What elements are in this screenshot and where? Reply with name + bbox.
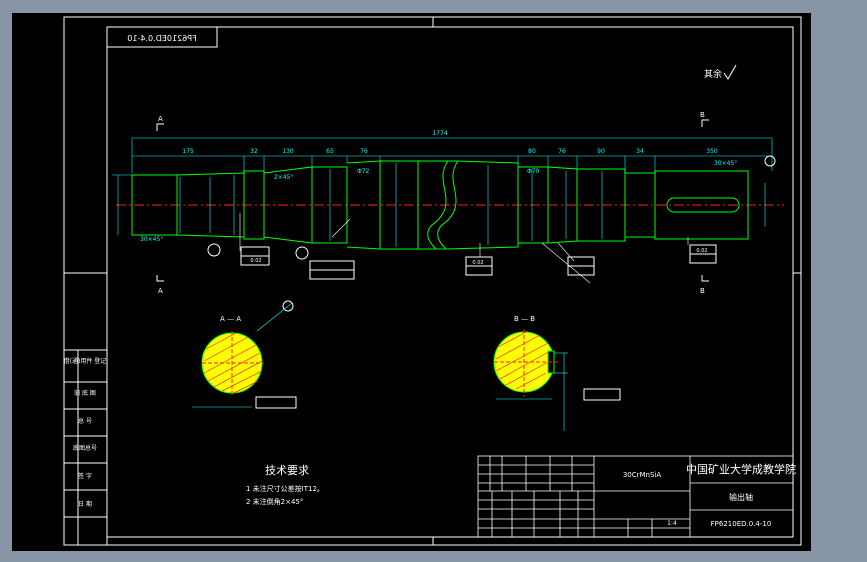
strip-label-0: 借(通)用件 登记 <box>64 357 107 365</box>
dim-seg-6: 76 <box>558 148 566 155</box>
tol-value-1: 0.02 <box>250 258 261 264</box>
dim-seg-4: 76 <box>360 148 368 155</box>
diameter-0: Φ72 <box>357 168 370 175</box>
dim-overall: 1774 <box>432 130 447 137</box>
cut-a-top: A <box>158 115 163 123</box>
datum-circle-2 <box>295 246 309 260</box>
cut-b-bottom: B <box>700 287 705 295</box>
drawing-canvas[interactable]: FP6210ED.0.4-10 借(通)用件 登记 旧 底 图 总 号 底图总号… <box>12 13 811 551</box>
title-drawing-no: FP6210ED.0.4-10 <box>711 520 772 528</box>
datum-circle-1 <box>207 243 221 257</box>
dim-seg-2: 130 <box>282 148 294 155</box>
diameter-1: Φ70 <box>527 168 540 175</box>
datum-circle-3 <box>764 155 776 167</box>
tol-value-2: 0.02 <box>472 260 483 266</box>
dim-seg-1: 32 <box>250 148 258 155</box>
roughness-symbol <box>723 64 737 80</box>
strip-label-1: 旧 底 图 <box>74 389 96 397</box>
title-scale: 1:4 <box>667 520 677 527</box>
title-school: 中国矿业大学成教学院 <box>686 462 796 476</box>
dim-seg-7: 90 <box>597 148 605 155</box>
tech-req-heading: 技术要求 <box>265 464 309 477</box>
cad-viewport[interactable]: FP6210ED.0.4-10 借(通)用件 登记 旧 底 图 总 号 底图总号… <box>0 0 867 562</box>
dim-seg-0: 175 <box>182 148 194 155</box>
dimension-lines <box>112 137 773 235</box>
chamfer-1: 2×45° <box>274 174 293 181</box>
strip-label-3: 底图总号 <box>73 444 97 452</box>
dim-seg-8: 34 <box>636 148 644 155</box>
cut-marks <box>156 119 709 282</box>
chamfer-0: 30×45° <box>140 236 163 243</box>
title-material: 30CrMnSiA <box>623 471 662 479</box>
tech-req-line-2: 2 未注倒角2×45° <box>246 497 303 506</box>
chamfer-2: 30×45° <box>714 160 737 167</box>
tech-req-line-1: 1 未注尺寸公差按IT12。 <box>246 484 324 493</box>
dim-seg-3: 65 <box>326 148 334 155</box>
section-a-label: A — A <box>220 315 241 323</box>
tol-value-3: 0.02 <box>696 248 707 254</box>
left-strip: 借(通)用件 登记 旧 底 图 总 号 底图总号 签 字 日 期 <box>63 349 108 546</box>
section-b <box>493 329 621 431</box>
title-part-name: 输出轴 <box>729 492 753 502</box>
dim-seg-9: 350 <box>706 148 718 155</box>
dim-seg-5: 80 <box>528 148 536 155</box>
drawing-svg: FP6210ED.0.4-10 借(通)用件 登记 旧 底 图 总 号 底图总号… <box>63 16 802 546</box>
roughness-note: 其余 <box>704 68 722 80</box>
section-a <box>192 302 297 409</box>
strip-label-5: 日 期 <box>78 500 92 508</box>
cut-a-bottom: A <box>158 287 163 295</box>
cut-b-top: B <box>700 111 705 119</box>
strip-label-2: 总 号 <box>78 417 92 425</box>
section-b-label: B — B <box>514 315 535 323</box>
mirror-code-text: FP6210ED.0.4-10 <box>127 34 196 43</box>
strip-label-4: 签 字 <box>78 472 92 480</box>
